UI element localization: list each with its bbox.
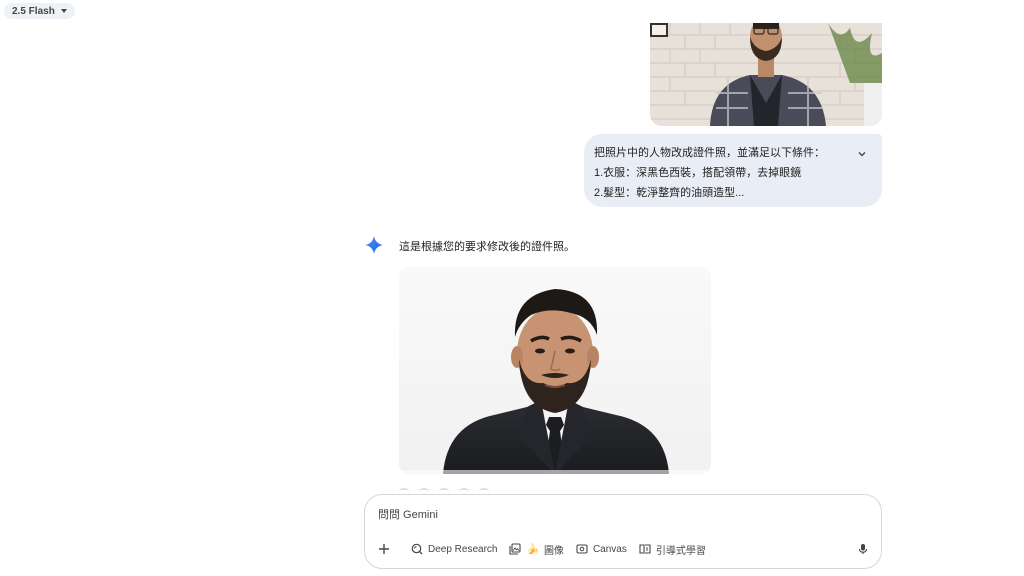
- canvas-icon: [576, 544, 588, 554]
- generated-portrait-illustration: [399, 267, 711, 474]
- deep-research-icon: [411, 543, 423, 555]
- user-prompt-line: 2.髮型：乾淨整齊的油頭造型...: [594, 187, 745, 199]
- plus-icon: [379, 544, 389, 554]
- image-button[interactable]: 🍌 圖像: [503, 539, 569, 559]
- deep-research-button[interactable]: Deep Research: [405, 539, 503, 559]
- composer-toolbar: Deep Research 🍌 圖像 Canvas 引導式學習: [373, 539, 873, 559]
- gemini-spark-icon: [365, 236, 383, 254]
- uploaded-photo[interactable]: [650, 23, 882, 126]
- banana-emoji-icon: 🍌: [526, 543, 539, 555]
- prompt-input[interactable]: [378, 505, 838, 525]
- generated-image[interactable]: [399, 267, 711, 474]
- guided-learning-label: 引導式學習: [655, 545, 706, 557]
- canvas-button[interactable]: Canvas: [570, 539, 633, 559]
- microphone-button[interactable]: [853, 539, 873, 559]
- model-selector[interactable]: 2.5 Flash: [4, 3, 75, 19]
- image-label: 圖像: [543, 545, 564, 557]
- guided-learning-button[interactable]: 引導式學習: [633, 539, 712, 559]
- microphone-icon: [858, 544, 868, 554]
- uploaded-photo-illustration: [650, 23, 882, 126]
- user-prompt-line: 把照片中的人物改成證件照，並滿足以下條件：: [594, 147, 825, 159]
- prompt-composer: Deep Research 🍌 圖像 Canvas: [364, 494, 882, 569]
- add-attachment-button[interactable]: [373, 539, 395, 559]
- model-label: 2.5 Flash: [12, 5, 55, 17]
- user-message-bubble: 把照片中的人物改成證件照，並滿足以下條件： 1.衣服：深黑色西裝，搭配領帶，去掉…: [584, 134, 882, 207]
- user-prompt-line: 1.衣服：深黑色西裝，搭配領帶，去掉眼鏡: [594, 167, 802, 179]
- book-icon: [639, 544, 651, 554]
- chevron-down-icon[interactable]: [854, 146, 870, 162]
- response-text: 這是根據您的要求修改後的證件照。: [399, 241, 575, 253]
- canvas-label: Canvas: [592, 543, 627, 555]
- image-gallery-icon: [509, 543, 522, 555]
- deep-research-label: Deep Research: [428, 543, 498, 555]
- gemini-chat-page: 2.5 Flash 把照片中的人物改成證件照，並滿足以下條件： 1.衣服：深黑色…: [0, 0, 1024, 576]
- caret-down-icon: [60, 9, 67, 13]
